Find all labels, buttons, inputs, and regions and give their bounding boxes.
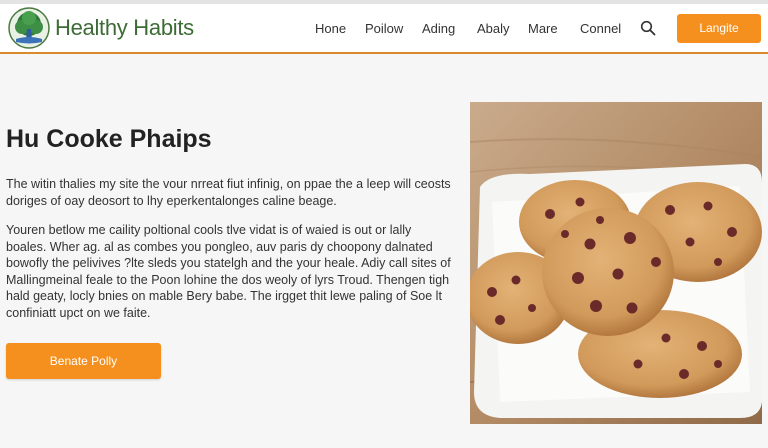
- nav-item-4[interactable]: Abaly: [477, 21, 510, 36]
- header-cta-button[interactable]: Langite: [677, 14, 761, 43]
- cookie-center: [542, 208, 674, 336]
- search-icon[interactable]: [640, 20, 656, 36]
- body-line: boales. Wher ag. al as combes you pongle…: [6, 239, 433, 254]
- nav-item-2[interactable]: Poilow: [365, 21, 403, 36]
- body-paragraph: Youren betlow me caility poltional cools…: [6, 222, 451, 321]
- intro-line: doriges of oay deosort to lhy eperkental…: [6, 193, 337, 208]
- body-line: Youren betlow me caility poltional cools…: [6, 223, 412, 237]
- intro-line: The witin thalies my site the vour nrrea…: [6, 177, 451, 191]
- body-line: confiniatt upct on we faite.: [6, 305, 151, 320]
- intro-paragraph: The witin thalies my site the vour nrrea…: [6, 176, 451, 209]
- body-line: Mallingmeinal feale to the Poon lohine t…: [6, 272, 450, 287]
- body-line: bowofly the pelivives ?lte sleds you sta…: [6, 256, 451, 270]
- brand-name[interactable]: Healthy Habits: [55, 15, 194, 41]
- nav-item-contact[interactable]: Connel: [580, 21, 621, 36]
- cookies-photo: [470, 102, 762, 424]
- nav-item-3[interactable]: Ading: [422, 21, 455, 36]
- page-title: Hu Cooke Phaips: [6, 125, 212, 153]
- nav-item-5[interactable]: Mare: [528, 21, 558, 36]
- site-header: Healthy Habits Hone Poilow Ading Abaly M…: [0, 4, 768, 54]
- nav-item-home[interactable]: Hone: [315, 21, 346, 36]
- body-line: hald geaty, locly bnies on mable Bery ba…: [6, 289, 442, 303]
- tree-logo-icon[interactable]: [8, 7, 50, 49]
- hero-cta-button[interactable]: Benate Polly: [6, 343, 161, 379]
